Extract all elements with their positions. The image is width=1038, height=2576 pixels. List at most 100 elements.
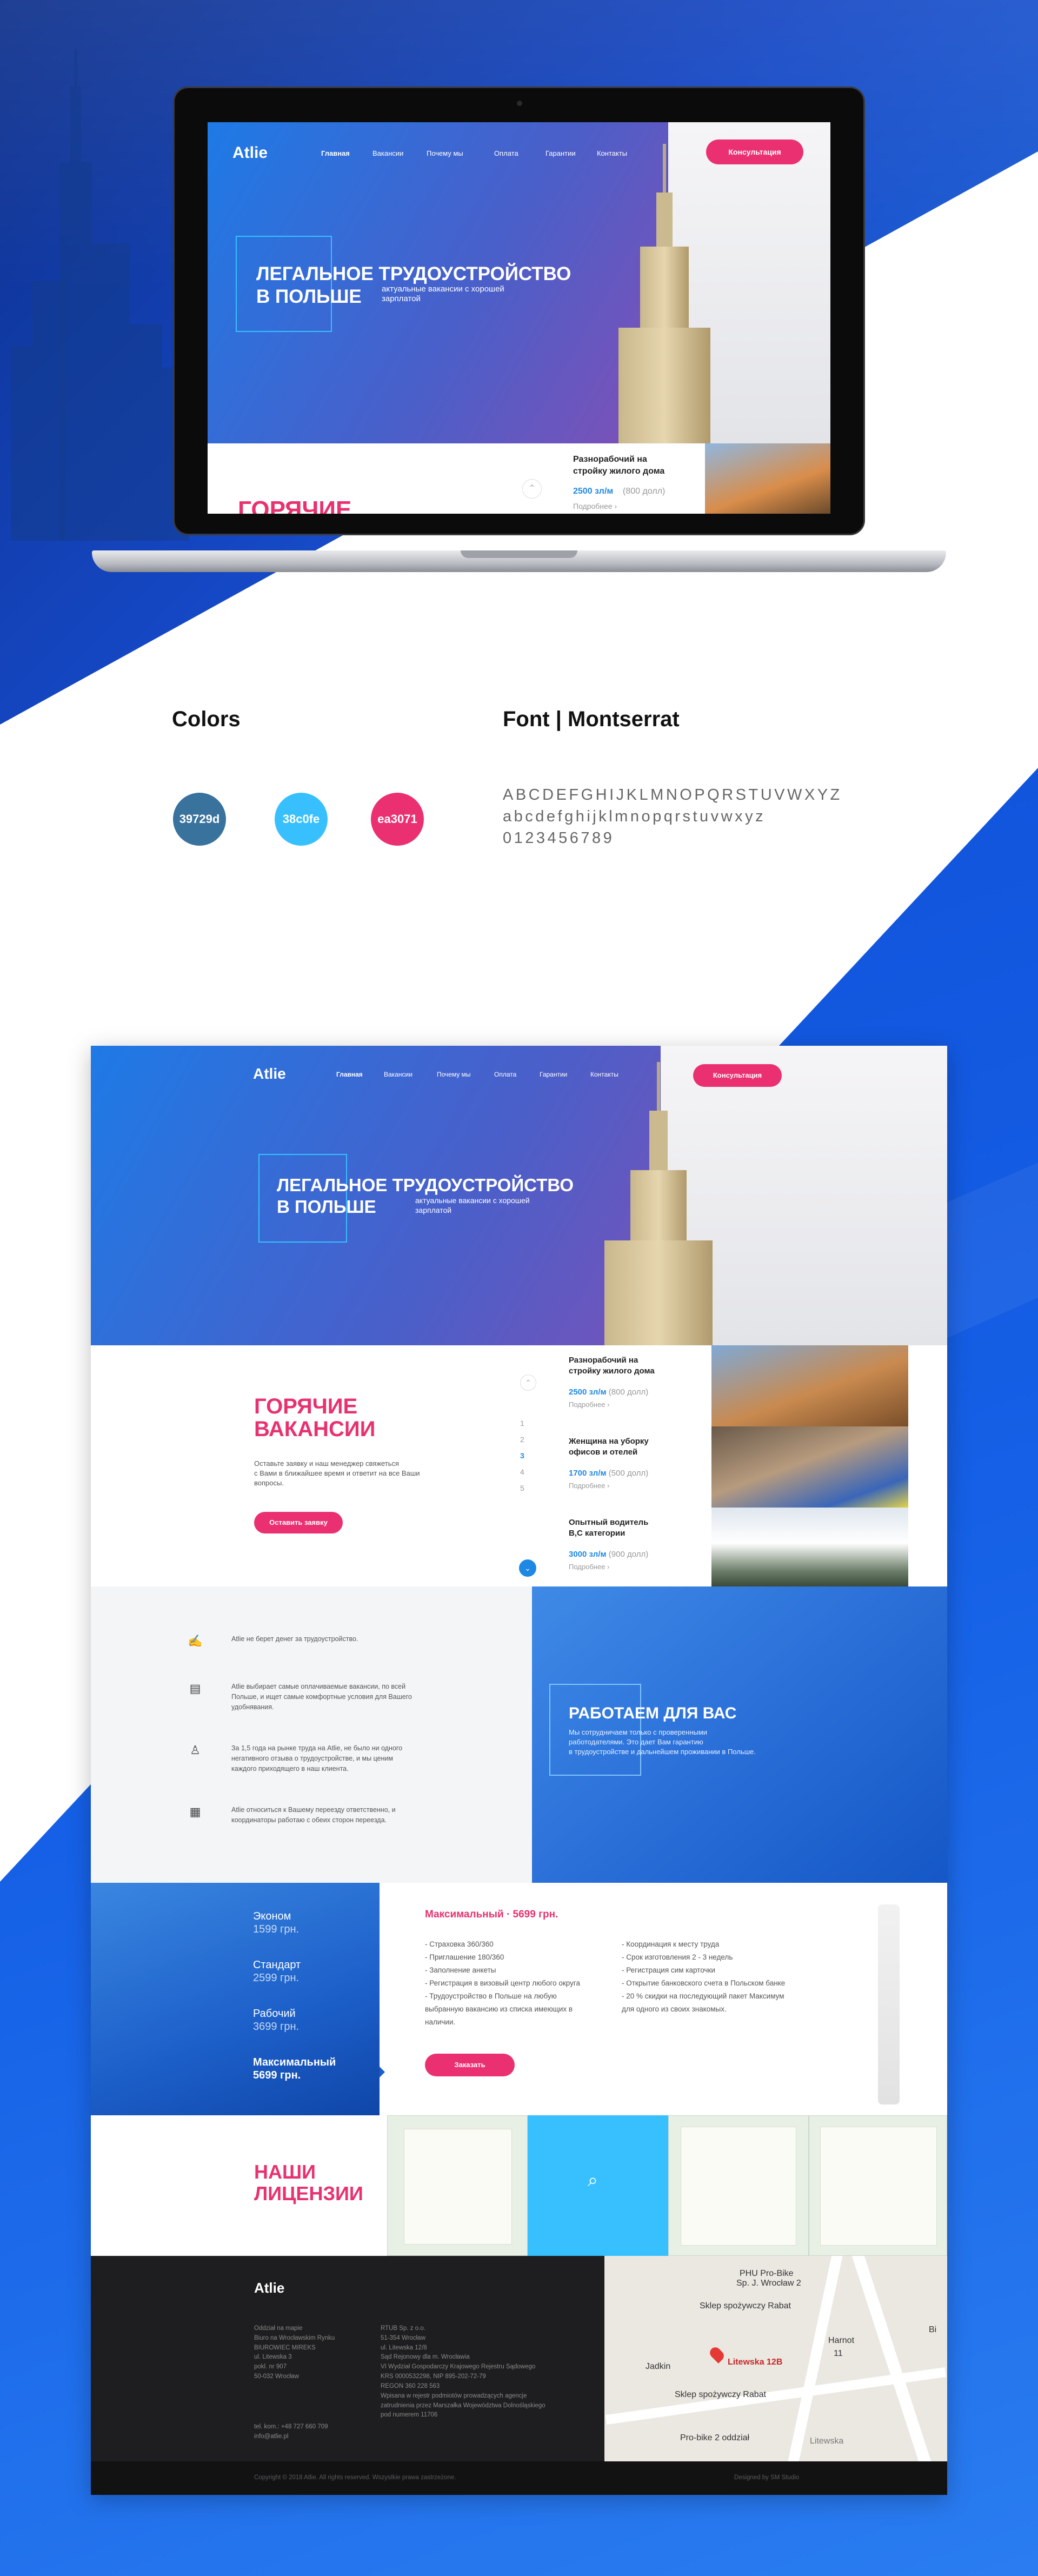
laptop-hero: Atlie Главная Вакансии Почему мы Оплата … xyxy=(208,122,830,443)
why-us-panel: РАБОТАЕМ ДЛЯ ВАС Мы сотрудничаем только … xyxy=(532,1586,947,1883)
nav-payment[interactable]: Оплата xyxy=(494,149,518,157)
laptop-camera xyxy=(517,101,522,106)
plan-worker[interactable]: Рабочий 3699 грн. xyxy=(253,2007,299,2033)
hero-title-line-2: В ПОЛЬШЕ xyxy=(277,1197,376,1217)
nav-guarantees[interactable]: Гарантии xyxy=(540,1071,567,1078)
nav-why-us[interactable]: Почему мы xyxy=(427,149,463,157)
feature-row: ✍ Atlie не берет денег за трудоустройств… xyxy=(188,1634,458,1648)
license-image[interactable] xyxy=(809,2115,947,2256)
job-photo-construction xyxy=(711,1345,908,1426)
laptop-job-more[interactable]: Подробнее › xyxy=(573,502,617,510)
nav-vacancies[interactable]: Вакансии xyxy=(372,149,403,157)
nav-home[interactable]: Главная xyxy=(321,149,350,157)
jobs-title-line-1: ГОРЯЧИЕ xyxy=(254,1395,358,1418)
pager-5[interactable]: 5 xyxy=(520,1484,524,1492)
feature-text-line: Atlie не берет денег за трудоустройство. xyxy=(231,1635,358,1643)
plan-standard[interactable]: Стандарт 2599 грн. xyxy=(253,1958,301,1984)
licenses-title-line-1: НАШИ xyxy=(254,2161,316,2183)
nav-why-us[interactable]: Почему мы xyxy=(437,1071,471,1078)
footer-logo[interactable]: Atlie xyxy=(254,2280,284,2296)
colors-heading: Colors xyxy=(172,707,241,731)
why-us-text-line-2: работодателями. Это дает Вам гарантию xyxy=(569,1738,703,1746)
license-image[interactable] xyxy=(668,2115,809,2256)
nav-contacts[interactable]: Контакты xyxy=(590,1071,618,1078)
leave-request-button[interactable]: Оставить заявку xyxy=(254,1512,343,1533)
feature-row: ♙ За 1,5 года на рынке труда на Atlie, н… xyxy=(190,1743,458,1774)
contract-icon: ▦ xyxy=(189,1805,201,1818)
hero-subtitle-line-2: зарплатой xyxy=(382,294,421,303)
font-sample-lowercase: abcdefghijklmnopqrstuvwxyz xyxy=(503,808,766,825)
job-more-link[interactable]: Подробнее › xyxy=(569,1482,609,1490)
why-us-section: ✍ Atlie не берет денег за трудоустройств… xyxy=(91,1586,947,1883)
selected-plan-pointer xyxy=(380,2067,385,2077)
map-label: Pro-bike 2 oddział xyxy=(680,2433,750,2442)
map-label: Sklep spożywczy Rabat xyxy=(675,2390,766,2399)
job-title-line-2: B,C категории xyxy=(569,1529,626,1538)
consult-button[interactable]: Консультация xyxy=(706,140,803,164)
pricing-section: Эконом 1599 грн. Стандарт 2599 грн. Рабочи… xyxy=(91,1883,947,2115)
location-map[interactable]: PHU Pro-Bike Sp. J. Wrocław 2 Sklep spoż… xyxy=(604,2256,947,2461)
laptop-jobs-title: ГОРЯЧИЕ xyxy=(238,496,352,514)
design-credit[interactable]: Designed by SM Studio xyxy=(734,2473,799,2483)
job-card[interactable]: Разнорабочий на стройку жилого дома 2500… xyxy=(527,1345,947,1426)
feature-row: ▦ Atlie относиться к Вашему переезду отв… xyxy=(190,1805,458,1825)
job-price: 3000 зл/м (900 долл) xyxy=(569,1550,649,1559)
footer-phone[interactable]: tel. kom.: +48 727 660 709 xyxy=(254,2422,328,2432)
job-card[interactable]: Женщина на уборку офисов и отелей 1700 з… xyxy=(527,1426,947,1508)
map-label: Sp. J. Wrocław 2 xyxy=(736,2279,801,2288)
job-more-link[interactable]: Подробнее › xyxy=(569,1563,609,1571)
job-title-line-1: Опытный водитель xyxy=(569,1518,649,1527)
plan-feature: - Регистрация сим карточки xyxy=(622,1966,715,1974)
jobs-desc-line-3: вопросы. xyxy=(254,1479,284,1487)
feature-text-line: негативного отзыва о трудоустройстве, и … xyxy=(231,1754,393,1762)
plan-feature: - Приглашение 180/360 xyxy=(425,1953,504,1961)
plan-feature: - Заполнение анкеты xyxy=(425,1966,496,1974)
plan-economy[interactable]: Эконом 1599 грн. xyxy=(253,1910,299,1936)
laptop-jobs-peek: ГОРЯЧИЕ ⌃ Разнорабочий на стройку жилого… xyxy=(208,443,830,514)
job-more-link[interactable]: Подробнее › xyxy=(569,1400,609,1409)
pager-4[interactable]: 4 xyxy=(520,1468,524,1476)
feature-text-line: удобнявания. xyxy=(231,1703,274,1711)
swatch-accent: 38c0fe xyxy=(275,793,328,846)
nav-payment[interactable]: Оплата xyxy=(494,1071,516,1078)
feature-text-line: координаторы работаю с обеих сторон пере… xyxy=(231,1816,387,1824)
pager-1[interactable]: 1 xyxy=(520,1419,524,1428)
laptop-job-title-line-2: стройку жилого дома xyxy=(573,467,665,476)
jobs-desc-line-2: с Вами в ближайшее время и ответит на вс… xyxy=(254,1469,420,1477)
pager-2[interactable]: 2 xyxy=(520,1435,524,1444)
plan-feature: - Трудоустройство в Польше на любую xyxy=(425,1992,557,2000)
chevron-up-icon[interactable]: ⌃ xyxy=(522,479,542,499)
map-pin-icon[interactable] xyxy=(708,2345,726,2363)
map-label: Bi xyxy=(929,2325,937,2334)
nav-guarantees[interactable]: Гарантии xyxy=(545,149,576,157)
license-image[interactable] xyxy=(387,2115,528,2256)
laptop-screen: Atlie Главная Вакансии Почему мы Оплата … xyxy=(208,122,830,514)
worker-icon: ♙ xyxy=(190,1743,201,1757)
feature-text-line: Atlie выбирает самые оплачиваемые ваканс… xyxy=(231,1683,406,1690)
plan-feature: для одного из своих знакомых. xyxy=(622,2005,727,2013)
zoom-icon[interactable]: ⌕ xyxy=(588,2170,598,2191)
job-photo-truck xyxy=(711,1508,908,1586)
consult-button[interactable]: Консультация xyxy=(693,1064,782,1087)
pager-3[interactable]: 3 xyxy=(520,1451,524,1460)
job-card[interactable]: Опытный водитель B,C категории 3000 зл/м… xyxy=(527,1508,947,1586)
nav-home[interactable]: Главная xyxy=(336,1071,363,1078)
logo[interactable]: Atlie xyxy=(253,1065,286,1083)
plan-maximum[interactable]: Максимальный 5699 грн. xyxy=(253,2056,336,2082)
why-us-text-line-3: в трудоустройстве и дальнейшем проживани… xyxy=(569,1748,756,1756)
nav-vacancies[interactable]: Вакансии xyxy=(384,1071,412,1078)
map-label: 11 xyxy=(834,2349,843,2358)
palace-of-culture-tower xyxy=(618,122,710,443)
order-button[interactable]: Заказать xyxy=(425,2054,515,2076)
nav-contacts[interactable]: Контакты xyxy=(597,149,627,157)
laptop-notch xyxy=(461,550,577,558)
laptop-job-title-line-1: Разнорабочий на xyxy=(573,455,647,464)
jobs-desc-line-1: Оставьте заявку и наш менеджер свяжеться xyxy=(254,1459,400,1468)
column-statue-decoration xyxy=(878,1904,900,2104)
feature-text-line: каждого приходящего в наш клиента. xyxy=(231,1764,349,1772)
footer-email[interactable]: info@atlie.pl xyxy=(254,2432,288,2442)
feature-text-line: Польше, и ищет самые комфортные условия … xyxy=(231,1692,412,1701)
license-image-hover[interactable]: ⌕ xyxy=(528,2115,668,2256)
font-heading: Font | Montserrat xyxy=(503,707,680,731)
logo[interactable]: Atlie xyxy=(232,144,268,162)
